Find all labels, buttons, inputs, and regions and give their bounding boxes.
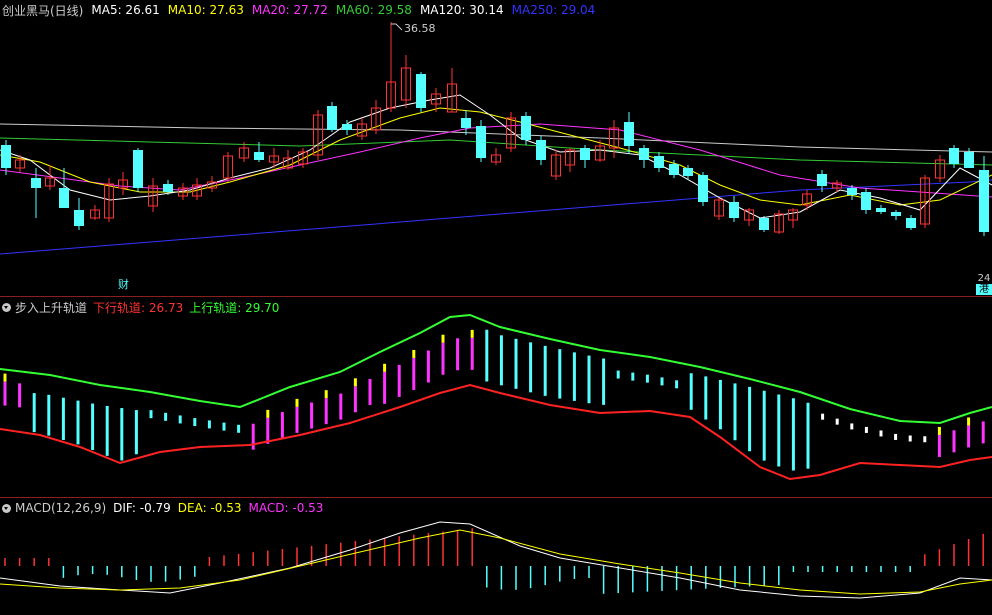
ma120-line	[0, 123, 992, 153]
candle-down	[759, 218, 769, 230]
candle-down	[624, 122, 634, 146]
dif-line	[0, 521, 992, 599]
candle-down	[254, 152, 264, 160]
kline-panel[interactable]: 创业黑马(日线) MA5: 26.61 MA10: 27.63 MA20: 27…	[0, 0, 992, 296]
ma5-label: MA5: 26.61	[91, 3, 160, 17]
channel-title: 步入上升轨道	[15, 300, 88, 315]
candle-down	[979, 170, 989, 232]
candle-down	[654, 156, 664, 168]
candle-down	[580, 148, 590, 160]
macd-header: MACD(12,26,9) DIF: -0.79 DEA: -0.53 MACD…	[2, 500, 323, 516]
candle-down	[729, 202, 739, 218]
upper-track-label: 上行轨道: 29.70	[189, 300, 280, 315]
candle-down	[861, 192, 871, 210]
upper-track-line	[0, 313, 992, 425]
candle-down	[327, 106, 337, 130]
candle-down	[669, 164, 679, 175]
candle-down	[461, 118, 471, 128]
macd-value-label: MACD: -0.53	[248, 501, 324, 515]
candle-down	[891, 212, 901, 216]
lower-track-line	[0, 383, 992, 481]
right-edge-hk-badge: 港	[976, 284, 992, 295]
kline-title: 创业黑马(日线)	[2, 3, 84, 18]
candle-down	[342, 124, 352, 130]
ma250-label: MA250: 29.04	[511, 3, 596, 17]
candle-down	[683, 168, 693, 176]
macd-panel[interactable]: MACD(12,26,9) DIF: -0.79 DEA: -0.53 MACD…	[0, 498, 992, 615]
candle-down	[964, 152, 974, 168]
channel-panel[interactable]: 步入上升轨道 下行轨道: 26.73 上行轨道: 29.70	[0, 297, 992, 497]
candle-down	[536, 140, 546, 160]
right-edge-number: 24	[977, 273, 991, 284]
dif-label: DIF: -0.79	[113, 501, 171, 515]
macd-menu-icon[interactable]	[2, 503, 11, 513]
ma60-label: MA60: 29.58	[335, 3, 412, 17]
candle-down	[1, 145, 11, 168]
ma10-label: MA10: 27.63	[167, 3, 244, 17]
candle-down	[133, 150, 143, 188]
candle-down	[31, 178, 41, 188]
dea-line	[0, 529, 992, 595]
candle-down	[521, 116, 531, 140]
candle-down	[817, 174, 827, 186]
right-edge-marker[interactable]: 24 港	[976, 273, 992, 295]
candle-down	[639, 148, 649, 160]
candle-down	[74, 210, 84, 226]
candle-down	[163, 184, 173, 192]
candle-down	[59, 188, 69, 208]
kline-header: 创业黑马(日线) MA5: 26.61 MA10: 27.63 MA20: 27…	[2, 2, 595, 18]
kline-chart[interactable]	[0, 0, 992, 296]
high-price-pointer	[391, 23, 403, 31]
financial-report-marker[interactable]: 财	[118, 276, 129, 292]
channel-menu-icon[interactable]	[2, 302, 11, 312]
candle-down	[476, 126, 486, 158]
macd-title: MACD(12,26,9)	[15, 501, 107, 515]
candle-down	[847, 188, 857, 195]
candle-down	[876, 208, 886, 212]
ma120-label: MA120: 30.14	[419, 3, 504, 17]
candle-down	[698, 175, 708, 202]
lower-track-label: 下行轨道: 26.73	[93, 300, 184, 315]
channel-header: 步入上升轨道 下行轨道: 26.73 上行轨道: 29.70	[2, 299, 279, 315]
candle-down	[949, 148, 959, 164]
high-price-label: 36.58	[404, 22, 436, 35]
candle-down	[906, 218, 916, 228]
candle-down	[416, 74, 426, 108]
dea-label: DEA: -0.53	[177, 501, 242, 515]
ma20-label: MA20: 27.72	[251, 3, 328, 17]
channel-chart[interactable]	[0, 297, 992, 497]
